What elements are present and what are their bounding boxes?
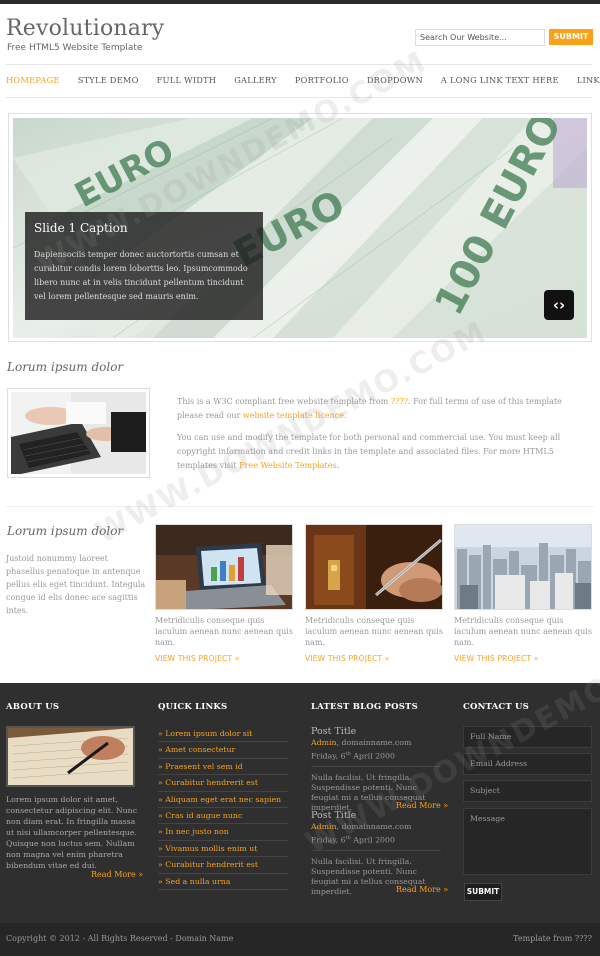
blog-heading: LATEST BLOG POSTS: [311, 702, 418, 712]
quick-link[interactable]: » Cras id augue nunc: [158, 808, 288, 825]
project-image[interactable]: [305, 524, 443, 610]
nav-item-full-width[interactable]: FULL WIDTH: [157, 75, 217, 89]
nav-item-dropdown[interactable]: DROPDOWN: [367, 75, 423, 89]
blog-post-author[interactable]: Admin: [311, 822, 337, 831]
quick-links-heading: QUICK LINKS: [158, 702, 228, 712]
quick-link[interactable]: » Curabitur hendrerit est: [158, 775, 288, 792]
nav-item-link-text[interactable]: LINK TEXT: [577, 75, 600, 89]
project-image[interactable]: [155, 524, 293, 610]
intro-paragraph-1: This is a W3C compliant free website tem…: [177, 397, 562, 420]
project-text: Metridiculis conseque quis iaculum aenea…: [155, 616, 293, 647]
nav-item-homepage[interactable]: HOMEPAGE: [6, 75, 60, 89]
about-read-more-link[interactable]: Read More »: [91, 870, 143, 879]
contact-name-field[interactable]: Full Name: [463, 726, 592, 748]
view-project-link[interactable]: VIEW THIS PROJECT »: [305, 654, 443, 663]
about-text: Lorem ipsum dolor sit amet, consectetur …: [6, 795, 138, 870]
nav-top-divider: [6, 64, 592, 65]
quick-link[interactable]: » Praesent vel sem id: [158, 759, 288, 776]
intro-photo: [7, 388, 150, 478]
view-project-link[interactable]: VIEW THIS PROJECT »: [454, 654, 592, 663]
intro-heading: Lorum ipsum dolor: [7, 360, 124, 374]
quick-link[interactable]: » Sed a nulla urna: [158, 874, 288, 890]
blog-post-meta: Admin, domainname.com: [311, 738, 412, 747]
top-bar: [0, 0, 600, 4]
template-credit-link[interactable]: Template from ????: [513, 934, 592, 943]
blog-read-more-link[interactable]: Read More »: [396, 885, 448, 894]
blog-post-title[interactable]: Post Title: [311, 810, 441, 821]
template-source-link[interactable]: ????: [391, 397, 408, 406]
blog-post-date: Friday, 6th April 2000: [311, 832, 441, 851]
blog-read-more-link[interactable]: Read More »: [396, 801, 448, 810]
section-divider: [6, 506, 594, 507]
quick-link[interactable]: » Amet consectetur: [158, 742, 288, 759]
project-text: Metridiculis conseque quis iaculum aenea…: [454, 616, 592, 647]
project-card: Metridiculis conseque quis iaculum aenea…: [155, 524, 293, 663]
quick-link[interactable]: » Curabitur hendrerit est: [158, 857, 288, 874]
slide-caption-title: Slide 1 Caption: [34, 221, 128, 235]
slide-caption-text: Dapiensociis temper donec auctortortis c…: [34, 250, 248, 301]
quick-link[interactable]: » Lorem ipsum dolor sit: [158, 726, 288, 743]
search-input[interactable]: [415, 29, 545, 46]
contact-subject-field[interactable]: Subject: [463, 780, 592, 802]
blog-post-title[interactable]: Post Title: [311, 726, 441, 737]
free-templates-link[interactable]: Free Website Templates: [239, 461, 337, 470]
intro-paragraph-2: You can use and modify the template for …: [177, 433, 561, 470]
copyright-text: Copyright © 2012 - All Rights Reserved -…: [6, 934, 234, 943]
nav-item-gallery[interactable]: GALLERY: [234, 75, 277, 89]
contact-email-field[interactable]: Email Address: [463, 753, 592, 775]
site-logo[interactable]: Revolutionary: [6, 16, 164, 41]
blog-post: Post Title Admin, domainname.com Friday,…: [311, 726, 441, 813]
bottom-bar: Copyright © 2012 - All Rights Reserved -…: [0, 923, 600, 956]
search-submit-button[interactable]: SUBMIT: [549, 29, 593, 45]
blog-post-author[interactable]: Admin: [311, 738, 337, 747]
blog-post-date: Friday, 6th April 2000: [311, 748, 441, 767]
project-image[interactable]: [454, 524, 592, 610]
view-project-link[interactable]: VIEW THIS PROJECT »: [155, 654, 293, 663]
contact-heading: CONTACT US: [463, 702, 529, 712]
project-card: Metridiculis conseque quis iaculum aenea…: [454, 524, 592, 663]
footer: ABOUT US Lorem ipsum dolor sit amet, con…: [0, 683, 600, 923]
site-tagline: Free HTML5 Website Template: [7, 43, 143, 53]
slide-caption: Slide 1 Caption Dapiensociis temper done…: [25, 212, 263, 320]
project-text: Metridiculis conseque quis iaculum aenea…: [305, 616, 443, 647]
main-nav: HOMEPAGE STYLE DEMO FULL WIDTH GALLERY P…: [6, 75, 600, 89]
blog-post-meta: Admin, domainname.com: [311, 822, 412, 831]
project-card: Metridiculis conseque quis iaculum aenea…: [305, 524, 443, 663]
projects-description: Justoid nonummy laoreet phasellus penato…: [6, 554, 146, 615]
quick-link[interactable]: » Vivamus mollis enim ut: [158, 841, 288, 858]
about-heading: ABOUT US: [6, 702, 60, 712]
quick-link[interactable]: » In nec justo non: [158, 824, 288, 841]
projects-heading: Lorum ipsum dolor: [7, 524, 124, 538]
quick-links-list: » Lorem ipsum dolor sit » Amet consectet…: [158, 726, 288, 890]
nav-item-style-demo[interactable]: STYLE DEMO: [78, 75, 139, 89]
about-photo: [6, 726, 135, 787]
nav-item-long-link[interactable]: A LONG LINK TEXT HERE: [441, 75, 559, 89]
licence-link[interactable]: website template licence: [243, 411, 344, 420]
contact-submit-button[interactable]: SUBMIT: [464, 883, 502, 901]
slider-next-prev-icon[interactable]: ‹›: [544, 290, 574, 320]
contact-message-field[interactable]: Message: [463, 808, 592, 875]
blog-post: Post Title Admin, domainname.com Friday,…: [311, 810, 441, 897]
nav-item-portfolio[interactable]: PORTFOLIO: [295, 75, 349, 89]
quick-link[interactable]: » Aliquam eget erat nec sapien: [158, 792, 288, 808]
nav-bottom-divider: [6, 97, 592, 98]
